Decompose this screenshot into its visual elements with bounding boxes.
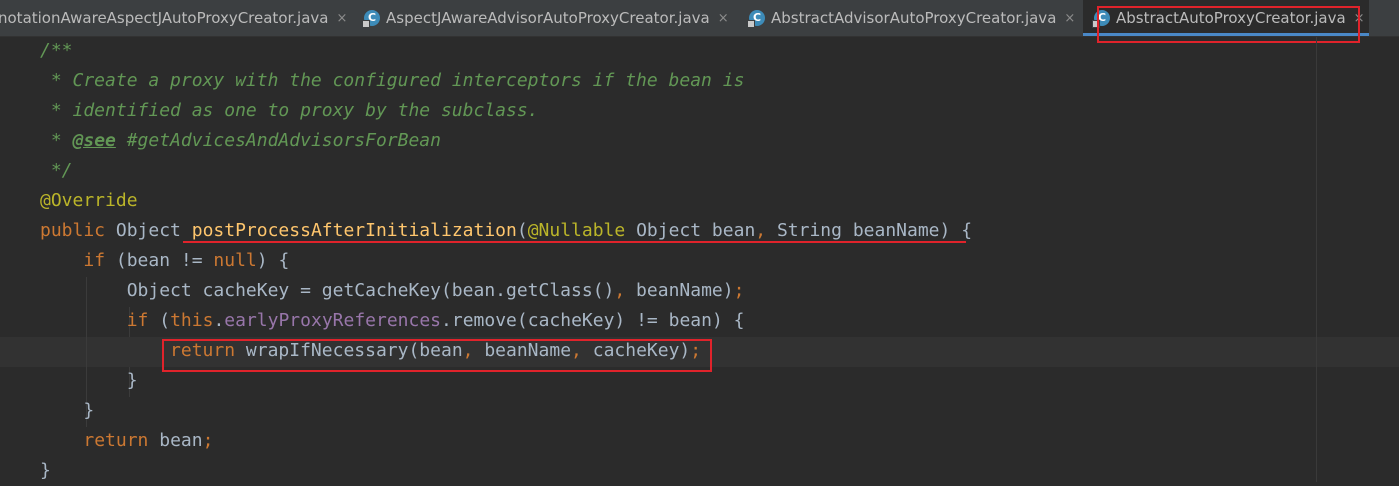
keyword: if <box>126 310 149 331</box>
code-editor[interactable]: /** * Create a proxy with the configured… <box>40 36 972 486</box>
code-token: String beanName) { <box>766 220 973 241</box>
code-line: * @see #getAdvicesAndAdvisorsForBean <box>40 126 972 156</box>
code-line: Object cacheKey = getCacheKey(bean.getCl… <box>40 276 972 306</box>
tab-label: AbstractAutoProxyCreator.java <box>1116 9 1346 27</box>
code-line: if (this.earlyProxyReferences.remove(cac… <box>40 306 972 336</box>
code-line: if (bean != null) { <box>40 246 972 276</box>
comment-text: * <box>40 130 73 151</box>
close-icon[interactable]: × <box>718 11 729 26</box>
code-token: (bean != <box>105 250 214 271</box>
code-token: ) { <box>256 250 290 271</box>
java-class-icon: C <box>747 10 765 28</box>
punctuation: ; <box>202 430 214 451</box>
editor-tab-bar: notationAwareAspectJAutoProxyCreator.jav… <box>0 0 1399 37</box>
keyword: this <box>170 310 214 331</box>
tab-label: notationAwareAspectJAutoProxyCreator.jav… <box>0 9 329 27</box>
java-class-icon: C <box>362 10 380 28</box>
keyword: if <box>83 250 106 271</box>
code-token: bean <box>148 430 203 451</box>
annotation: @Nullable <box>527 220 626 241</box>
code-line: /** <box>40 40 73 61</box>
tab-aspectj-aware-advisor-auto-proxy-creator[interactable]: C AspectJAwareAdvisorAutoProxyCreator.ja… <box>362 0 729 36</box>
code-token: ( <box>516 220 528 241</box>
code-line: return bean; <box>40 426 972 456</box>
tab-abstract-advisor-auto-proxy-creator[interactable]: C AbstractAdvisorAutoProxyCreator.java × <box>747 0 1075 36</box>
code-line: * identified as one to proxy by the subc… <box>40 100 539 121</box>
punctuation: , <box>755 220 767 241</box>
code-token: Object <box>105 220 192 241</box>
keyword: return <box>83 430 149 451</box>
code-token: .remove(cacheKey) != bean) { <box>441 310 745 331</box>
keyword: public <box>40 220 106 241</box>
punctuation: , <box>614 280 626 301</box>
method-name: postProcessAfterInitialization <box>191 220 517 241</box>
code-token: beanName) <box>625 280 734 301</box>
code-token: Object cacheKey = getCacheKey(bean.getCl… <box>126 280 615 301</box>
method-signature-red-underline <box>183 241 966 243</box>
code-line: } <box>40 400 95 421</box>
comment-text: #getAdvicesAndAdvisorsForBean <box>115 130 441 151</box>
close-icon[interactable]: × <box>1354 11 1365 26</box>
keyword: null <box>213 250 257 271</box>
code-token: Object bean <box>625 220 756 241</box>
punctuation: ; <box>733 280 745 301</box>
code-token: . <box>213 310 225 331</box>
wrap-if-necessary-highlight-box <box>162 339 712 372</box>
tab-label: AbstractAdvisorAutoProxyCreator.java <box>771 9 1057 27</box>
java-class-icon: C <box>1092 10 1110 28</box>
javadoc-tag: @see <box>72 130 116 151</box>
field-name: earlyProxyReferences <box>224 310 442 331</box>
close-icon[interactable]: × <box>1064 11 1075 26</box>
right-margin-guide <box>1316 37 1317 482</box>
code-line: @Override <box>40 190 138 211</box>
code-line: * Create a proxy with the configured int… <box>40 70 745 91</box>
tab-annotation-aware-aspectj-auto-proxy-creator[interactable]: notationAwareAspectJAutoProxyCreator.jav… <box>0 0 347 36</box>
close-icon[interactable]: × <box>336 11 347 26</box>
tab-abstract-auto-proxy-creator[interactable]: C AbstractAutoProxyCreator.java × <box>1083 0 1369 36</box>
tab-label: AspectJAwareAdvisorAutoProxyCreator.java <box>386 9 710 27</box>
code-line: */ <box>40 160 73 181</box>
code-token: ( <box>148 310 171 331</box>
